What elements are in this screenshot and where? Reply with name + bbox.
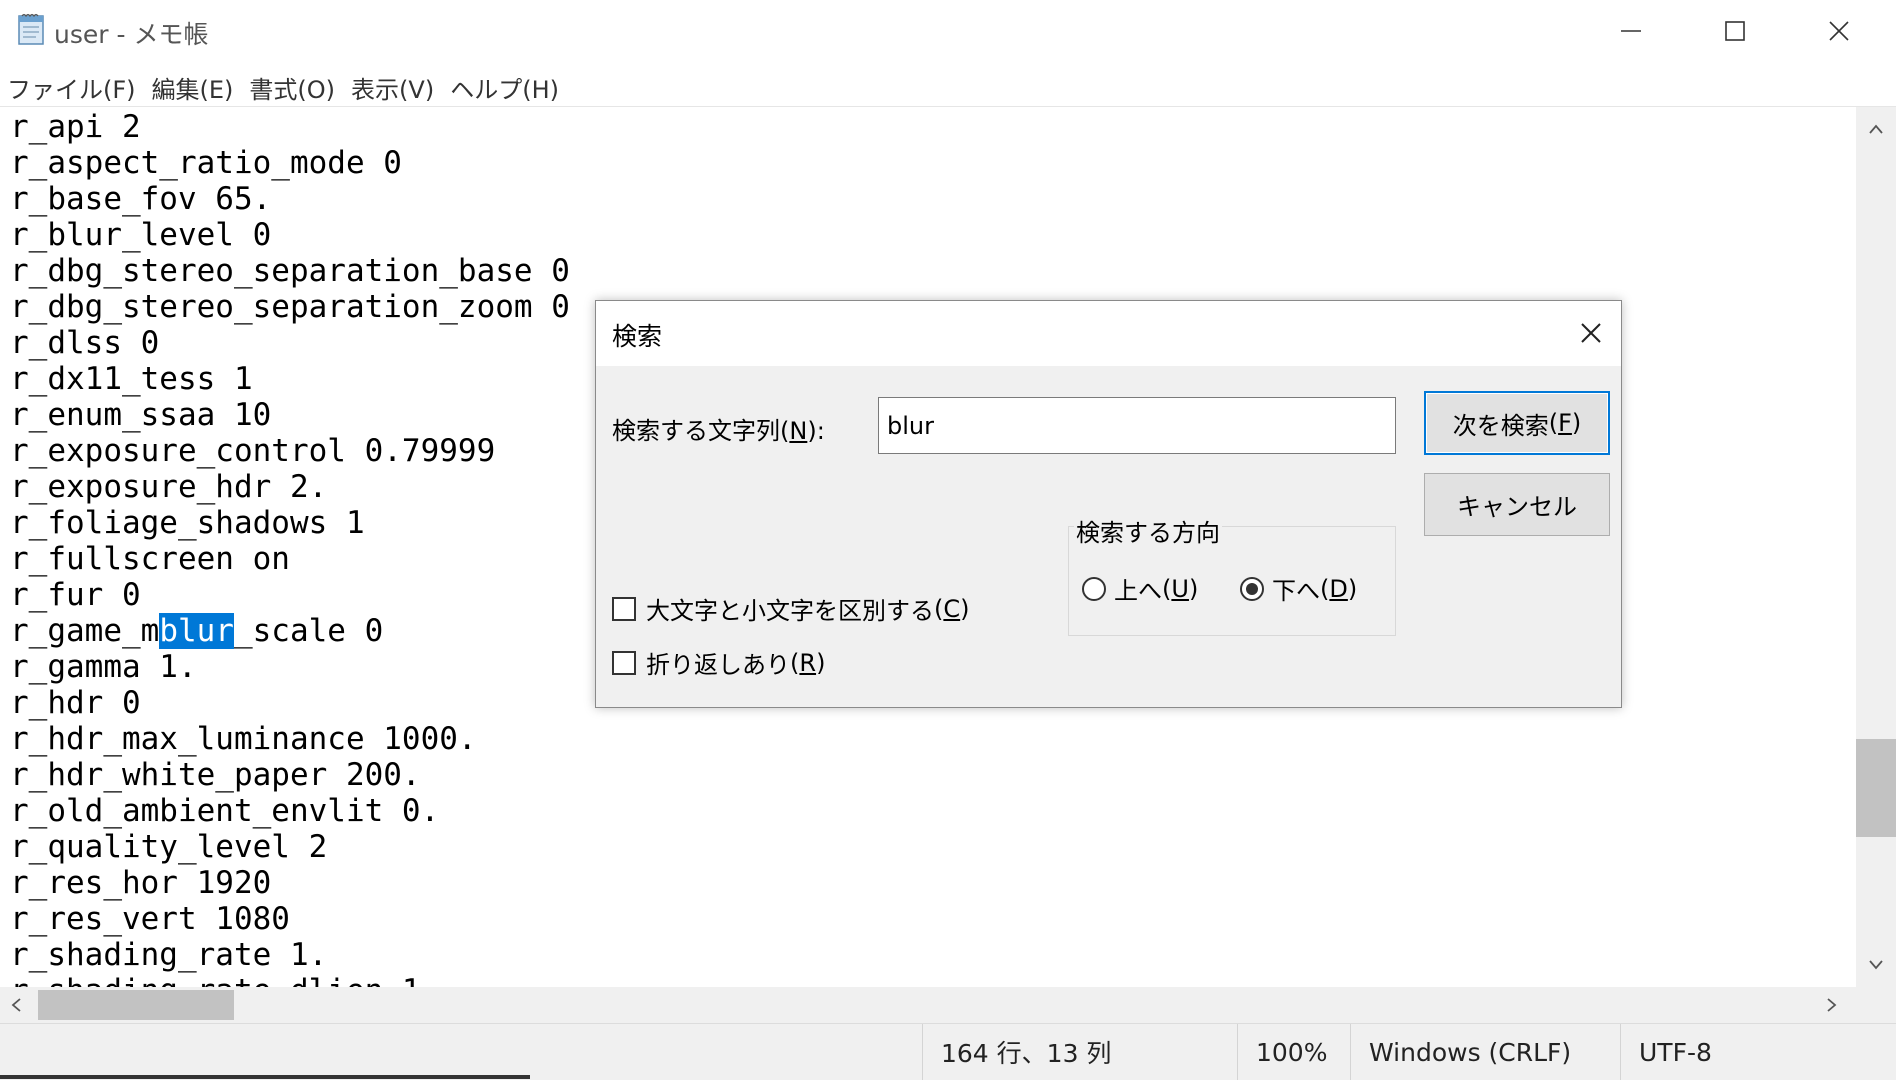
text-line: r_old_ambient_envlit 0.: [10, 793, 440, 829]
horizontal-scroll-thumb[interactable]: [38, 990, 234, 1020]
text-line: r_fur 0: [10, 577, 141, 613]
menu-file[interactable]: ファイル(F): [7, 70, 136, 105]
find-what-input[interactable]: [878, 397, 1396, 454]
status-cursor-position: 164 行、13 列: [922, 1024, 1237, 1080]
scroll-up-icon[interactable]: [1868, 123, 1884, 135]
radio-down-control[interactable]: [1240, 576, 1264, 601]
window-title: user - メモ帳: [54, 20, 209, 49]
scrollbar-corner: [1856, 987, 1896, 1023]
text-line-selected: r_game_mblur_scale 0: [10, 613, 383, 649]
radio-up[interactable]: 上へ(U): [1082, 571, 1198, 606]
text-line: r_hdr_max_luminance 1000.: [10, 721, 477, 757]
text-line: r_res_hor 1920: [10, 865, 272, 901]
text-line: r_res_vert 1080: [10, 901, 290, 937]
find-next-button[interactable]: 次を検索(F): [1424, 391, 1610, 455]
status-bar: 164 行、13 列 100% Windows (CRLF) UTF-8: [0, 1023, 1896, 1080]
text-line: r_foliage_shadows 1: [10, 505, 365, 541]
text-line: r_enum_ssaa 10: [10, 397, 272, 433]
text-line: r_blur_level 0: [10, 217, 272, 253]
text-line: r_exposure_control 0.79999: [10, 433, 496, 469]
match-case-checkbox-row[interactable]: 大文字と小文字を区別する(C): [612, 591, 970, 626]
text-line: r_hdr_white_paper 200.: [10, 757, 421, 793]
find-dialog-titlebar: 検索: [596, 301, 1621, 366]
cancel-button[interactable]: キャンセル: [1424, 473, 1610, 536]
text-line: r_dlss 0: [10, 325, 160, 361]
horizontal-scrollbar[interactable]: [0, 987, 1856, 1023]
wrap-around-checkbox[interactable]: [612, 650, 636, 675]
close-button[interactable]: [1787, 0, 1891, 62]
menu-bar: ファイル(F) 編集(E) 書式(O) 表示(V) ヘルプ(H): [0, 67, 575, 107]
menu-help[interactable]: ヘルプ(H): [450, 70, 559, 105]
text-after-selection: _scale 0: [233, 613, 384, 649]
text-line: r_dx11_tess 1: [10, 361, 253, 397]
scroll-right-icon[interactable]: [1826, 997, 1838, 1013]
text-line: r_fullscreen on: [10, 541, 290, 577]
menu-view[interactable]: 表示(V): [351, 70, 434, 105]
radio-up-control[interactable]: [1082, 576, 1106, 601]
maximize-icon: [1725, 21, 1745, 41]
find-dialog: 検索 検索する文字列(N): 次を検索(F) キャンセル 検索する方向 上へ(U…: [595, 300, 1622, 708]
menu-edit[interactable]: 編集(E): [152, 70, 234, 105]
status-encoding: UTF-8: [1620, 1024, 1896, 1080]
maximize-button[interactable]: [1683, 0, 1787, 62]
text-line: r_quality_level 2: [10, 829, 328, 865]
vertical-scroll-thumb[interactable]: [1856, 739, 1896, 837]
find-dialog-title: 検索: [612, 322, 663, 351]
title-bar: user - メモ帳: [0, 0, 1896, 63]
direction-group-label: 検索する方向: [1074, 513, 1222, 548]
text-line: r_shading_rate_dlien 1: [10, 973, 421, 987]
scroll-left-icon[interactable]: [10, 997, 22, 1013]
text-line: r_api 2: [10, 109, 141, 145]
match-case-checkbox[interactable]: [612, 596, 636, 621]
radio-down[interactable]: 下へ(D): [1240, 571, 1357, 606]
menu-format[interactable]: 書式(O): [249, 70, 335, 105]
text-line: r_shading_rate 1.: [10, 937, 328, 973]
text-line: r_dbg_stereo_separation_zoom 0: [10, 289, 570, 325]
text-line: r_gamma 1.: [10, 649, 197, 685]
vertical-scrollbar[interactable]: [1856, 107, 1896, 987]
minimize-icon: [1621, 30, 1641, 32]
notepad-icon: [18, 13, 44, 45]
find-what-label: 検索する文字列(N):: [612, 417, 825, 445]
text-line: r_aspect_ratio_mode 0: [10, 145, 402, 181]
taskbar-edge: [0, 1075, 530, 1079]
text-before-selection: r_game_m: [10, 613, 160, 649]
status-zoom: 100%: [1237, 1024, 1350, 1080]
wrap-around-checkbox-row[interactable]: 折り返しあり(R): [612, 645, 825, 680]
text-selection: blur: [159, 613, 234, 649]
minimize-button[interactable]: [1579, 0, 1683, 62]
text-line: r_hdr 0: [10, 685, 141, 721]
close-icon: [1829, 21, 1849, 41]
scroll-down-icon[interactable]: [1868, 959, 1884, 971]
text-line: r_exposure_hdr 2.: [10, 469, 328, 505]
text-line: r_base_fov 65.: [10, 181, 272, 217]
close-icon[interactable]: [1577, 319, 1605, 347]
status-line-ending: Windows (CRLF): [1350, 1024, 1620, 1080]
text-line: r_dbg_stereo_separation_base 0: [10, 253, 570, 289]
